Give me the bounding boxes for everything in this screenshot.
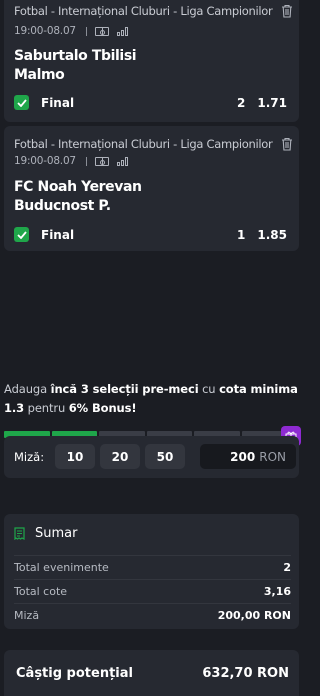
away-team: Malmo xyxy=(14,67,65,83)
summary-title: Sumar xyxy=(35,526,78,541)
summary-row: Total cote 3,16 xyxy=(14,579,291,603)
stake-input[interactable]: 200 RON xyxy=(200,444,296,469)
quick-stake-20[interactable]: 20 xyxy=(100,444,140,469)
summary-row-label: Miză xyxy=(14,609,40,622)
check-icon[interactable] xyxy=(14,95,29,110)
promo-highlight: încă 3 selecții pre-meci xyxy=(50,382,199,396)
stake-label: Miză: xyxy=(14,450,45,464)
promo-highlight: 6% Bonus! xyxy=(68,401,137,415)
bet-card: Fotbal - Internațional Cluburi - Liga Ca… xyxy=(4,126,299,251)
summary-panel: Sumar Total evenimente 2 Total cote 3,16… xyxy=(4,514,299,629)
market-label: Final xyxy=(41,95,75,110)
odds-value: 1.85 xyxy=(257,227,287,242)
odds-value: 1.71 xyxy=(257,95,287,110)
potential-win-bar: Câștig potențial 632,70 RON xyxy=(4,650,299,696)
stats-icon[interactable] xyxy=(116,26,128,36)
league-label: Fotbal - Internațional Cluburi - Liga Ca… xyxy=(14,137,273,151)
pick-value: 2 xyxy=(237,95,246,110)
promo-text: cu xyxy=(198,382,220,396)
promo-text: pentru xyxy=(24,401,69,415)
divider xyxy=(85,156,87,166)
summary-row: Total evenimente 2 xyxy=(14,555,291,579)
stake-amount: 200 xyxy=(230,449,256,464)
match-meta: 19:00-08.07 xyxy=(14,25,128,37)
summary-row-value: 3,16 xyxy=(263,585,291,598)
quick-stake-10[interactable]: 10 xyxy=(55,444,95,469)
match-datetime: 19:00-08.07 xyxy=(14,25,76,37)
summary-header: Sumar xyxy=(14,526,77,541)
trash-icon[interactable] xyxy=(281,137,293,151)
receipt-icon xyxy=(14,527,25,540)
market-label: Final xyxy=(41,227,75,242)
bet-card: Fotbal - Internațional Cluburi - Liga Ca… xyxy=(4,0,299,122)
home-team: Saburtalo Tbilisi xyxy=(14,48,137,64)
pitch-icon[interactable] xyxy=(94,156,109,166)
home-team: FC Noah Yerevan xyxy=(14,179,142,195)
potential-win-value: 632,70 RON xyxy=(202,665,289,681)
away-team: Buducnost P. xyxy=(14,198,111,214)
divider xyxy=(85,26,87,36)
potential-win-label: Câștig potențial xyxy=(16,665,133,681)
summary-row-label: Total evenimente xyxy=(14,561,109,574)
quick-stake-50[interactable]: 50 xyxy=(145,444,185,469)
trash-icon[interactable] xyxy=(281,4,293,18)
summary-row-value: 2 xyxy=(283,561,291,574)
selection-row: Final 2 1.71 xyxy=(14,95,287,110)
teams: FC Noah Yerevan Buducnost P. xyxy=(14,178,142,216)
match-meta: 19:00-08.07 xyxy=(14,155,128,167)
league-label: Fotbal - Internațional Cluburi - Liga Ca… xyxy=(14,4,273,18)
summary-row: Miză 200,00 RON xyxy=(14,603,291,627)
promo-text: Adauga xyxy=(4,382,51,396)
summary-row-value: 200,00 RON xyxy=(217,609,291,622)
selection-row: Final 1 1.85 xyxy=(14,227,287,242)
stats-icon[interactable] xyxy=(116,156,128,166)
stake-currency: RON xyxy=(259,449,286,464)
check-icon[interactable] xyxy=(14,227,29,242)
stake-panel: Miză: 10 20 50 200 RON xyxy=(4,436,299,478)
bonus-promo-text: Adauga încă 3 selecții pre-meci cu cota … xyxy=(4,380,299,418)
pitch-icon[interactable] xyxy=(94,26,109,36)
summary-row-label: Total cote xyxy=(14,585,68,598)
teams: Saburtalo Tbilisi Malmo xyxy=(14,47,137,85)
match-datetime: 19:00-08.07 xyxy=(14,155,76,167)
pick-value: 1 xyxy=(237,227,246,242)
